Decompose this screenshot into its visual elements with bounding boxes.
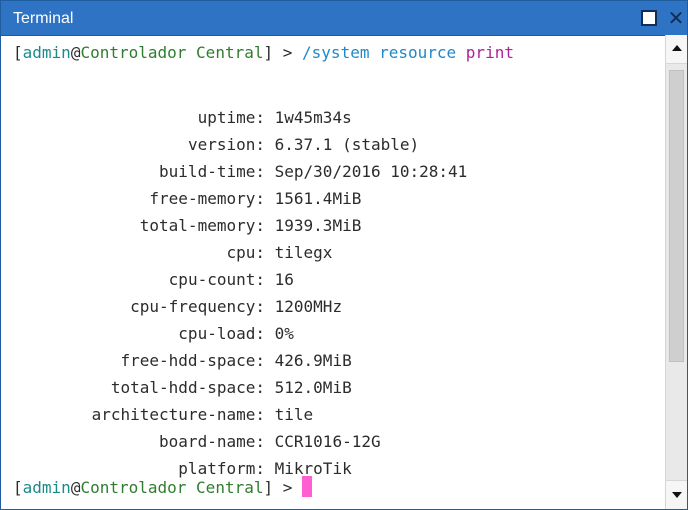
arrow-up-icon: [672, 45, 682, 51]
resource-value: tile: [274, 405, 314, 424]
resource-separator: [265, 405, 275, 424]
resource-separator: [265, 270, 275, 289]
resource-row: free-memory: 1561.4MiB: [13, 185, 361, 212]
resource-separator: [265, 432, 275, 451]
resource-row: architecture-name: tile: [13, 401, 314, 428]
prompt-open-bracket: [: [13, 478, 23, 497]
resource-row: board-name: CCR1016-12G: [13, 428, 381, 455]
prompt-close-bracket: ]: [263, 43, 274, 62]
resource-row: cpu-load: 0%: [13, 320, 294, 347]
resource-value: 1561.4MiB: [274, 189, 362, 208]
resource-separator: [265, 189, 275, 208]
resource-key: cpu-count:: [168, 270, 265, 289]
scroll-down-button[interactable]: [666, 480, 687, 509]
resource-row: total-memory: 1939.3MiB: [13, 212, 362, 239]
title-bar[interactable]: Terminal ✕: [1, 1, 687, 36]
resource-key: total-memory:: [139, 216, 265, 235]
resource-separator: [265, 351, 275, 370]
command-path: /system resource: [302, 43, 466, 62]
input-line[interactable]: [admin@Controlador Central] >: [13, 474, 313, 501]
resource-value: 1w45m34s: [274, 108, 352, 127]
scrollbar-thumb[interactable]: [669, 70, 684, 362]
prompt-open-bracket: [: [13, 43, 23, 62]
resource-value: 0%: [274, 324, 294, 343]
resource-row: uptime: 1w45m34s: [13, 104, 352, 131]
resource-separator: [265, 135, 275, 154]
prompt-arrow: >: [273, 478, 303, 497]
resource-key: architecture-name:: [91, 405, 265, 424]
resource-value: 426.9MiB: [274, 351, 352, 370]
command-action: print: [465, 43, 514, 62]
resource-row: cpu: tilegx: [13, 239, 332, 266]
resource-separator: [265, 378, 275, 397]
scroll-up-button[interactable]: [666, 35, 687, 64]
prompt-at: @: [70, 478, 81, 497]
prompt-host: Controlador Central: [80, 478, 264, 497]
prompt-host: Controlador Central: [80, 43, 264, 62]
resource-key: uptime:: [197, 108, 265, 127]
terminal-window: Terminal ✕ [admin@Controlador Central] >…: [0, 0, 688, 510]
resource-value: 6.37.1 (stable): [274, 135, 420, 154]
text-cursor: [302, 476, 313, 497]
resource-value: 16: [274, 270, 294, 289]
resource-key: cpu-frequency:: [130, 297, 265, 316]
prompt-close-bracket: ]: [263, 478, 274, 497]
resource-value: 1200MHz: [274, 297, 343, 316]
resource-value: 512.0MiB: [274, 378, 352, 397]
resource-separator: [265, 297, 275, 316]
resource-row: version: 6.37.1 (stable): [13, 131, 419, 158]
resource-separator: [265, 324, 275, 343]
terminal-output[interactable]: [admin@Controlador Central] > /system re…: [1, 35, 665, 509]
resource-key: free-memory:: [149, 189, 265, 208]
resource-key: version:: [187, 135, 265, 154]
resource-key: free-hdd-space:: [120, 351, 266, 370]
resource-row: cpu-count: 16: [13, 266, 294, 293]
prompt-user: admin: [22, 43, 71, 62]
close-icon[interactable]: ✕: [665, 8, 687, 28]
window-title: Terminal: [13, 10, 74, 27]
command-line: [admin@Controlador Central] > /system re…: [13, 39, 514, 66]
resource-key: cpu-load:: [178, 324, 265, 343]
prompt-user: admin: [22, 478, 71, 497]
resource-key: total-hdd-space:: [110, 378, 265, 397]
resource-value: Sep/30/2016 10:28:41: [274, 162, 468, 181]
resource-separator: [265, 216, 275, 235]
resource-value: tilegx: [274, 243, 333, 262]
prompt-arrow: >: [273, 43, 303, 62]
resource-row: free-hdd-space: 426.9MiB: [13, 347, 352, 374]
maximize-icon[interactable]: [641, 10, 657, 26]
resource-key: build-time:: [159, 162, 265, 181]
resource-value: CCR1016-12G: [274, 432, 381, 451]
resource-row: build-time: Sep/30/2016 10:28:41: [13, 158, 467, 185]
resource-row: total-hdd-space: 512.0MiB: [13, 374, 352, 401]
prompt-at: @: [70, 43, 81, 62]
resource-separator: [265, 243, 275, 262]
resource-separator: [265, 108, 275, 127]
vertical-scrollbar[interactable]: [665, 35, 687, 509]
resource-row: cpu-frequency: 1200MHz: [13, 293, 342, 320]
resource-value: 1939.3MiB: [274, 216, 362, 235]
resource-key: board-name:: [159, 432, 265, 451]
resource-key: cpu:: [226, 243, 265, 262]
resource-separator: [265, 162, 275, 181]
arrow-down-icon: [672, 492, 682, 498]
